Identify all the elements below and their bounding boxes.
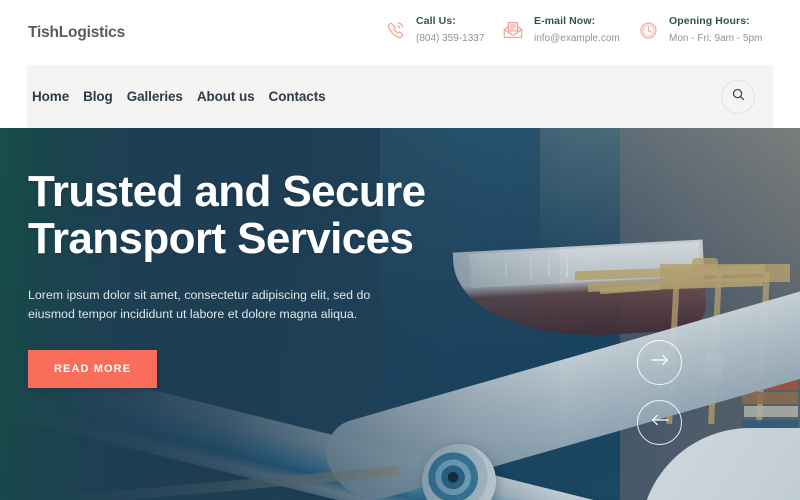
- slider-prev-button[interactable]: [637, 400, 682, 445]
- site-logo[interactable]: TishLogistics: [28, 24, 125, 42]
- contact-label-hours: Opening Hours:: [669, 15, 750, 27]
- hero-content: Trusted and Secure Transport Services Lo…: [28, 168, 498, 388]
- email-icon: [500, 17, 526, 43]
- contact-item-hours: Opening Hours: Mon - Fri: 9am - 5pm: [635, 14, 762, 47]
- nav-item-about-us[interactable]: About us: [190, 89, 262, 104]
- slider-next-button[interactable]: [637, 340, 682, 385]
- hero-subtitle: Lorem ipsum dolor sit amet, consectetur …: [28, 288, 371, 321]
- phone-icon: [382, 17, 408, 43]
- contact-label-email: E-mail Now:: [534, 15, 596, 27]
- contact-item-phone: Call Us: (804) 359-1337: [382, 14, 484, 47]
- nav-item-galleries[interactable]: Galleries: [120, 89, 190, 104]
- contact-value-hours: Mon - Fri: 9am - 5pm: [669, 33, 763, 44]
- arrow-left-icon: [649, 412, 671, 433]
- read-more-button[interactable]: READ MORE: [28, 350, 158, 388]
- hero-slider: Trusted and Secure Transport Services Lo…: [0, 128, 800, 500]
- contact-label-phone: Call Us:: [416, 15, 456, 27]
- contact-value-email[interactable]: info@example.com: [534, 30, 620, 47]
- nav-item-contacts[interactable]: Contacts: [262, 89, 333, 104]
- search-icon: [731, 87, 746, 107]
- search-button[interactable]: [721, 79, 755, 114]
- slider-navigation: [637, 340, 682, 445]
- contact-item-email: E-mail Now: info@example.com: [500, 14, 620, 47]
- nav-item-blog[interactable]: Blog: [76, 89, 120, 104]
- clock-icon: [635, 17, 661, 43]
- arrow-right-icon: [649, 352, 671, 373]
- contact-value-phone[interactable]: (804) 359-1337: [416, 30, 484, 47]
- nav-item-home[interactable]: Home: [32, 89, 76, 104]
- nav-link-list: Home Blog Galleries About us Contacts: [32, 65, 333, 128]
- main-navigation: Home Blog Galleries About us Contacts: [27, 65, 773, 128]
- page-root: TishLogistics Call Us: (804) 359-1337 E-…: [0, 0, 800, 500]
- top-bar: TishLogistics Call Us: (804) 359-1337 E-…: [0, 0, 800, 63]
- hero-title: Trusted and Secure Transport Services: [28, 167, 426, 263]
